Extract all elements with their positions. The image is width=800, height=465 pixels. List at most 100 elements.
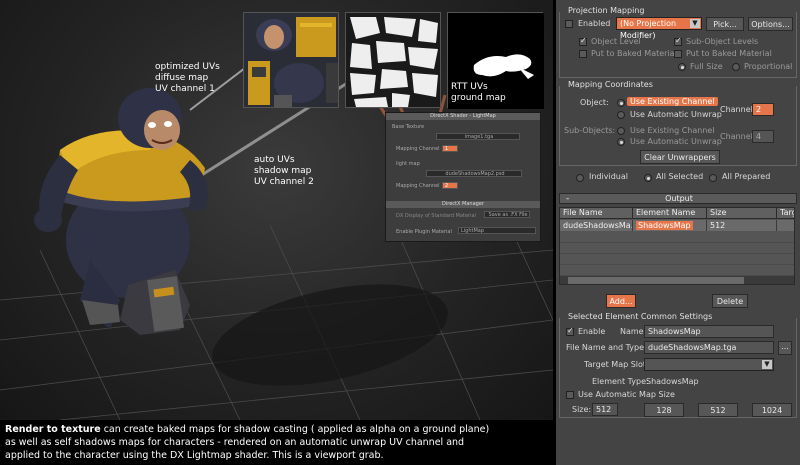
all-selected-label: All Selected [656, 172, 704, 181]
channel-label: Channel [720, 105, 753, 114]
file-name-input[interactable]: dudeShadowsMap.tga [644, 341, 774, 354]
full-size-radio[interactable] [678, 63, 686, 71]
sub-use-existing-label: Use Existing Channel [630, 126, 715, 135]
light-map-label: light map [396, 161, 420, 167]
proportional-label: Proportional [744, 62, 793, 71]
proportional-radio[interactable] [732, 63, 740, 71]
target-map-slot-dropdown[interactable]: ▼ [644, 358, 774, 371]
sub-object-levels-label: Sub-Object Levels [686, 37, 759, 46]
caption: Render to texture can create baked maps … [5, 423, 553, 462]
sub-use-auto-label: Use Automatic Unwrap [630, 137, 722, 146]
object-level-label: Object Level [591, 37, 641, 46]
mapping-channel-2-field[interactable]: 2 [442, 182, 458, 189]
collapse-icon[interactable]: - [566, 194, 569, 204]
enable-plugin-label: Enable Plugin Material [396, 229, 452, 235]
all-prepared-radio[interactable] [709, 174, 717, 182]
use-automatic-unwrap-label: Use Automatic Unwrap [630, 110, 722, 119]
save-fx-button[interactable]: Save as .FX File [484, 211, 530, 218]
sub-channel-spinner[interactable]: 4 [752, 130, 774, 143]
row-element-name-value: ShadowsMap [636, 221, 693, 230]
diffuse-map-thumbnail [243, 12, 339, 108]
use-auto-map-size-checkbox[interactable] [566, 391, 574, 399]
individual-radio[interactable] [576, 174, 584, 182]
dx-manager-title: DirectX Manager [386, 201, 540, 208]
output-table: File Name Element Name Size Targ dudeSha… [559, 207, 795, 285]
sub-channel-label: Channel [720, 132, 753, 141]
mapping-channel-1-field[interactable]: 1 [442, 145, 458, 152]
column-header-target[interactable]: Targ [777, 208, 794, 219]
pick-button[interactable]: Pick... [706, 17, 744, 31]
projection-enabled-checkbox[interactable] [565, 20, 573, 28]
size-128-button[interactable]: 128 [644, 403, 684, 417]
projection-mapping-group: Projection Mapping Enabled (No Projectio… [559, 6, 797, 78]
optimized-uvs-label: optimized UVs diffuse map UV channel 1 [155, 62, 220, 94]
delete-button[interactable]: Delete [712, 294, 748, 308]
render-to-texture-panel: Projection Mapping Enabled (No Projectio… [556, 0, 800, 465]
row-target [777, 220, 794, 231]
put-baked-label-1: Put to Baked Material [591, 49, 677, 58]
caption-line-2: as well as self shadows maps for charact… [5, 437, 465, 448]
rtt-uvs-label: RTT UVs ground map [451, 82, 506, 103]
row-size: 512 [707, 220, 777, 231]
add-button[interactable]: Add... [606, 294, 636, 308]
channel-spinner[interactable]: 2 [752, 103, 774, 116]
put-baked-checkbox-2[interactable] [674, 50, 682, 58]
enable-label: Enable [578, 327, 606, 336]
size-spinner[interactable]: 512 [592, 403, 618, 416]
clear-unwrappers-button[interactable]: Clear Unwrappers [640, 150, 720, 164]
horizontal-scrollbar[interactable] [560, 276, 794, 284]
dx-display-label: DX Display of Standard Material [396, 213, 476, 219]
enable-checkbox[interactable] [566, 326, 574, 336]
name-input[interactable]: ShadowsMap [644, 325, 774, 338]
sub-use-existing-radio[interactable] [617, 127, 625, 135]
3d-viewport[interactable]: optimized UVs diffuse map UV channel 1 a… [0, 0, 553, 420]
plugin-material-dropdown[interactable]: LightMap [458, 227, 536, 234]
use-existing-channel-label: Use Existing Channel [627, 97, 718, 106]
output-rollout-header[interactable]: Output - [559, 193, 797, 204]
size-label: Size: [572, 405, 592, 414]
caption-bold: Render to texture [5, 424, 101, 435]
element-settings-title: Selected Element Common Settings [566, 312, 715, 321]
column-header-file-name[interactable]: File Name [560, 208, 633, 219]
table-row[interactable]: dudeShadowsMa... ShadowsMap 512 [560, 220, 794, 231]
use-automatic-unwrap-radio[interactable] [617, 111, 625, 119]
mapping-coordinates-group: Mapping Coordinates Object: Use Existing… [559, 80, 797, 166]
row-file-name: dudeShadowsMa... [560, 220, 633, 231]
caption-line-3: applied to the character using the DX Li… [5, 450, 384, 461]
mapping-channel-label: Mapping Channel [396, 146, 440, 152]
use-existing-channel-radio[interactable] [617, 99, 625, 107]
sub-objects-label: Sub-Objects: [564, 126, 616, 135]
shadow-map-thumbnail [345, 12, 441, 108]
individual-label: Individual [589, 172, 628, 181]
options-button[interactable]: Options... [748, 17, 793, 31]
sub-use-auto-radio[interactable] [617, 138, 625, 146]
projection-mapping-title: Projection Mapping [566, 6, 647, 15]
scrollbar-thumb[interactable] [568, 277, 744, 284]
auto-uvs-label: auto UVs shadow map UV channel 2 [254, 155, 314, 187]
chevron-down-icon: ▼ [762, 360, 772, 369]
size-1024-button[interactable]: 1024 [752, 403, 792, 417]
mapping-channel-label-2: Mapping Channel [396, 183, 440, 189]
column-header-element-name[interactable]: Element Name [633, 208, 707, 219]
full-size-label: Full Size [690, 62, 723, 71]
put-baked-label-2: Put to Baked Material [686, 49, 772, 58]
light-map-file[interactable]: dudeShadowsMap2.psd [426, 170, 522, 177]
element-type-value: ShadowsMap [646, 377, 699, 386]
projection-modifier-dropdown[interactable]: (No Projection Modifier) ▼ [616, 17, 702, 40]
object-level-checkbox[interactable] [579, 36, 587, 46]
size-512-button[interactable]: 512 [698, 403, 738, 417]
all-prepared-label: All Prepared [722, 172, 771, 181]
mapping-coordinates-title: Mapping Coordinates [566, 80, 655, 89]
use-auto-map-size-label: Use Automatic Map Size [578, 390, 675, 399]
browse-button[interactable]: ... [778, 341, 792, 355]
sub-object-levels-checkbox[interactable] [674, 36, 682, 46]
all-selected-radio[interactable] [644, 174, 652, 182]
directx-shader-panel: DirectX Shader - LightMap Base Texture i… [385, 112, 541, 242]
projection-enabled-label: Enabled [578, 19, 611, 28]
column-header-size[interactable]: Size [707, 208, 777, 219]
name-label: Name: [620, 327, 647, 336]
row-element-name: ShadowsMap [633, 220, 707, 231]
base-texture-file[interactable]: image1.tga [436, 133, 520, 140]
file-name-label: File Name and Type: [566, 343, 647, 352]
put-baked-checkbox-1[interactable] [579, 50, 587, 58]
